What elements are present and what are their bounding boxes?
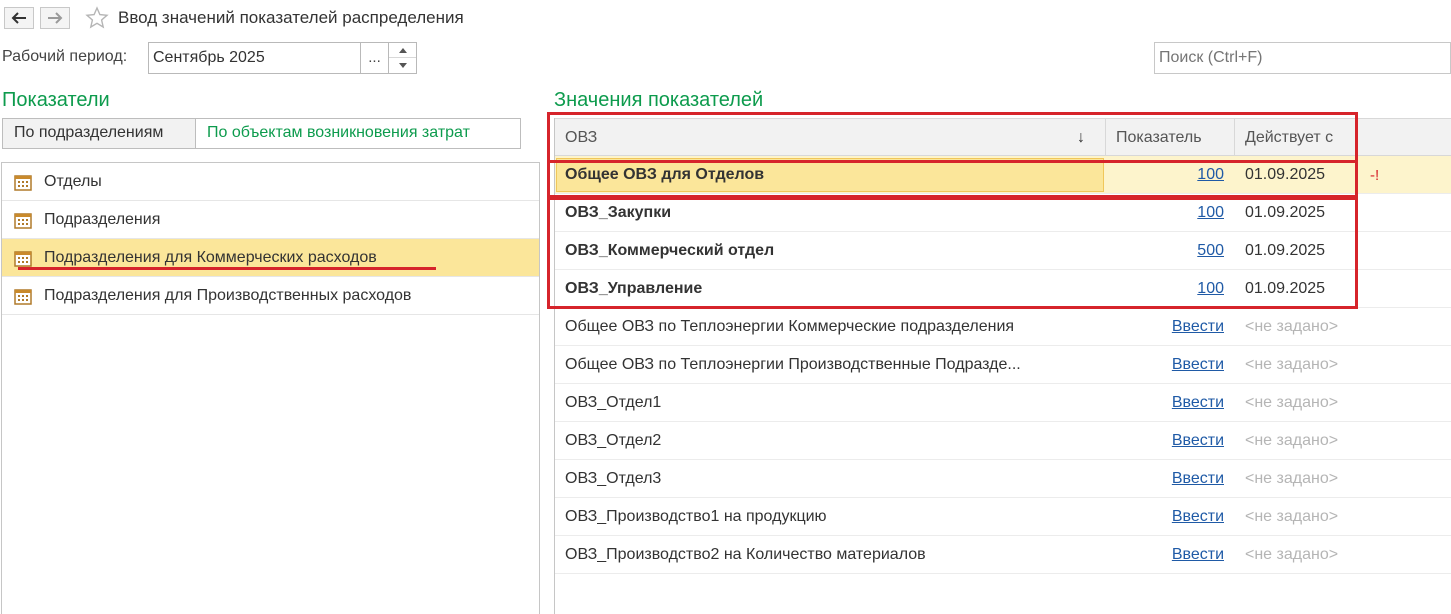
calendar-icon: [14, 174, 32, 191]
row-effective-date: 01.09.2025: [1245, 280, 1326, 297]
tab-by-cost-objects[interactable]: По объектам возникновения затрат: [195, 118, 521, 149]
table-row[interactable]: ОВЗ_Производство2 на Количество материал…: [555, 536, 1451, 574]
row-indicator-value[interactable]: 500: [1197, 232, 1224, 269]
row-indicator-value[interactable]: 100: [1197, 270, 1224, 307]
column-header-effective-date[interactable]: Действует с: [1245, 119, 1333, 156]
list-item-label: Подразделения для Производственных расхо…: [44, 286, 412, 304]
row-ovz-name: Общее ОВЗ по Теплоэнергии Коммерческие п…: [565, 318, 1015, 335]
search-input[interactable]: [1154, 42, 1451, 74]
back-button[interactable]: [4, 7, 34, 29]
list-item-label: Отделы: [44, 172, 102, 190]
row-effective-date: 01.09.2025: [1245, 166, 1326, 183]
table-row[interactable]: Общее ОВЗ для Отделов 100 01.09.2025 -!: [555, 156, 1451, 194]
row-enter-link[interactable]: Ввести: [1172, 498, 1224, 535]
table-row[interactable]: ОВЗ_Коммерческий отдел 500 01.09.2025: [555, 232, 1451, 270]
tab-by-departments[interactable]: По подразделениям: [2, 118, 196, 149]
column-header-ovz[interactable]: ОВЗ: [565, 119, 597, 156]
period-label: Рабочий период:: [2, 48, 128, 65]
row-effective-date: <не задано>: [1245, 546, 1339, 563]
period-decrease-button[interactable]: [389, 58, 416, 73]
row-effective-date: <не задано>: [1245, 508, 1339, 525]
indicators-list: Отделы Подразделения Подразделения для К…: [1, 162, 540, 614]
list-item-departments[interactable]: Отделы: [2, 163, 539, 201]
calendar-icon: [14, 288, 32, 305]
row-ovz-name: ОВЗ_Отдел2: [565, 432, 662, 449]
row-enter-link[interactable]: Ввести: [1172, 536, 1224, 573]
period-input[interactable]: Сентябрь 2025: [148, 42, 361, 74]
row-effective-date: <не задано>: [1245, 432, 1339, 449]
table-row[interactable]: ОВЗ_Отдел1 Ввести <не задано>: [555, 384, 1451, 422]
chevron-up-icon: [398, 47, 407, 53]
arrow-right-icon: [48, 12, 63, 24]
calendar-icon: [14, 212, 32, 229]
row-ovz-name: ОВЗ_Коммерческий отдел: [565, 242, 775, 259]
list-item-subdivisions[interactable]: Подразделения: [2, 201, 539, 239]
column-header-indicator[interactable]: Показатель: [1116, 119, 1202, 156]
row-effective-date: <не задано>: [1245, 318, 1339, 335]
values-title: Значения показателей: [554, 89, 764, 111]
calendar-icon: [14, 250, 32, 267]
table-row[interactable]: ОВЗ_Закупки 100 01.09.2025: [555, 194, 1451, 232]
indicators-title: Показатели: [2, 89, 110, 111]
row-ovz-name: ОВЗ_Управление: [565, 280, 703, 297]
sort-desc-icon[interactable]: ↓: [1077, 119, 1085, 156]
list-item-label: Подразделения для Коммерческих расходов: [44, 248, 377, 266]
table-row[interactable]: ОВЗ_Отдел2 Ввести <не задано>: [555, 422, 1451, 460]
row-enter-link[interactable]: Ввести: [1172, 308, 1224, 345]
row-ovz-name: Общее ОВЗ по Теплоэнергии Производственн…: [565, 356, 1021, 373]
row-indicator-value[interactable]: 100: [1197, 194, 1224, 231]
list-item-label: Подразделения: [44, 210, 161, 228]
row-ovz-name: ОВЗ_Производство1 на продукцию: [565, 508, 827, 525]
list-item-production-subdivisions[interactable]: Подразделения для Производственных расхо…: [2, 277, 539, 315]
table-row[interactable]: ОВЗ_Производство1 на продукцию Ввести <н…: [555, 498, 1451, 536]
table-row[interactable]: Общее ОВЗ по Теплоэнергии Коммерческие п…: [555, 308, 1451, 346]
table-row[interactable]: ОВЗ_Отдел3 Ввести <не задано>: [555, 460, 1451, 498]
star-icon: [85, 6, 109, 29]
row-effective-date: <не задано>: [1245, 394, 1339, 411]
row-enter-link[interactable]: Ввести: [1172, 384, 1224, 421]
row-indicator-value[interactable]: 100: [1197, 156, 1224, 193]
table-row[interactable]: ОВЗ_Управление 100 01.09.2025: [555, 270, 1451, 308]
row-effective-date: <не задано>: [1245, 470, 1339, 487]
table-header: ОВЗ ↓ Показатель Действует с: [555, 118, 1451, 156]
forward-button[interactable]: [40, 7, 70, 29]
annotation-underline: [18, 267, 436, 270]
row-ovz-name: ОВЗ_Производство2 на Количество материал…: [565, 546, 926, 563]
arrow-left-icon: [11, 12, 26, 24]
period-spinner: [388, 42, 417, 74]
warning-marker: -!: [1370, 167, 1380, 184]
row-enter-link[interactable]: Ввести: [1172, 460, 1224, 497]
chevron-down-icon: [398, 63, 407, 68]
row-effective-date: 01.09.2025: [1245, 242, 1326, 259]
values-table: ОВЗ ↓ Показатель Действует с Общее ОВЗ д…: [554, 118, 1451, 614]
row-ovz-name: ОВЗ_Отдел3: [565, 470, 662, 487]
window-title: Ввод значений показателей распределения: [118, 8, 464, 27]
period-increase-button[interactable]: [389, 43, 416, 58]
row-ovz-name: ОВЗ_Закупки: [565, 204, 672, 221]
row-effective-date: 01.09.2025: [1245, 204, 1326, 221]
list-item-commercial-subdivisions[interactable]: Подразделения для Коммерческих расходов: [2, 239, 539, 277]
row-enter-link[interactable]: Ввести: [1172, 422, 1224, 459]
favorite-button[interactable]: [85, 6, 109, 30]
period-select-button[interactable]: ...: [360, 42, 389, 74]
table-row[interactable]: Общее ОВЗ по Теплоэнергии Производственн…: [555, 346, 1451, 384]
row-enter-link[interactable]: Ввести: [1172, 346, 1224, 383]
row-effective-date: <не задано>: [1245, 356, 1339, 373]
row-ovz-name: ОВЗ_Отдел1: [565, 394, 662, 411]
row-ovz-name: Общее ОВЗ для Отделов: [565, 166, 765, 183]
